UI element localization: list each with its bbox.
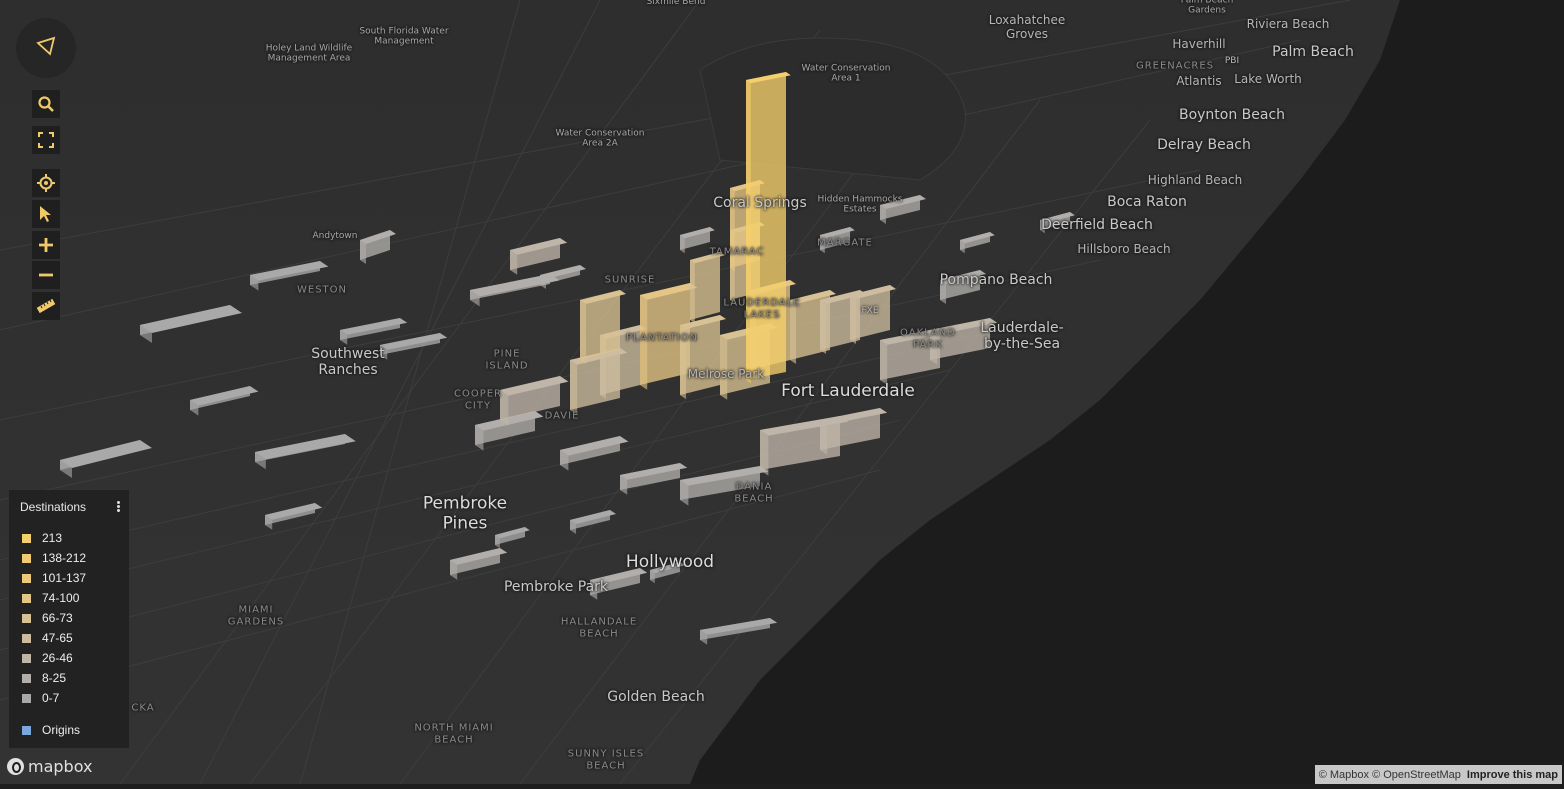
legend-swatch xyxy=(22,725,31,735)
more-vertical-icon[interactable] xyxy=(115,500,121,514)
search-icon xyxy=(37,95,55,113)
improve-map-link[interactable]: Improve this map xyxy=(1467,769,1558,781)
legend-swatch xyxy=(22,653,31,663)
pointer-icon xyxy=(39,205,53,223)
legend-title: Destinations xyxy=(20,500,87,514)
legend-panel: Destinations 213 138-212 101-137 74-100 66-7… xyxy=(9,490,129,748)
compass-button[interactable] xyxy=(16,18,76,78)
legend-item: 66-73 xyxy=(22,611,73,625)
fullscreen-button[interactable] xyxy=(32,126,60,154)
legend-swatch xyxy=(22,673,31,683)
map-surface[interactable] xyxy=(0,0,1564,785)
attribution-mapbox[interactable]: © Mapbox xyxy=(1319,769,1369,781)
legend-label: 47-65 xyxy=(42,631,73,645)
legend-item: 101-137 xyxy=(22,571,86,585)
legend-item: 74-100 xyxy=(22,591,79,605)
search-button[interactable] xyxy=(32,90,60,118)
legend-item: 8-25 xyxy=(22,671,66,685)
locate-button[interactable] xyxy=(32,169,60,197)
destination-prism xyxy=(746,72,791,384)
attribution-bar: © Mapbox © OpenStreetMap Improve this ma… xyxy=(1314,765,1562,784)
legend-item: 26-46 xyxy=(22,651,73,665)
legend-item: 213 xyxy=(22,531,62,545)
legend-swatch xyxy=(22,693,31,703)
ruler-icon xyxy=(36,296,56,316)
legend-label: 8-25 xyxy=(42,671,67,685)
legend-origins: Origins xyxy=(22,723,80,737)
legend-label: 26-46 xyxy=(42,651,73,665)
legend-item: 138-212 xyxy=(22,551,86,565)
legend-label: 138-212 xyxy=(42,551,87,565)
legend-label: 0-7 xyxy=(42,691,60,705)
legend-swatch xyxy=(22,553,31,563)
mapbox-logo-text: mapbox xyxy=(28,757,93,776)
legend-label: 74-100 xyxy=(42,591,80,605)
attribution-osm[interactable]: © OpenStreetMap xyxy=(1372,769,1461,781)
legend-swatch xyxy=(22,573,31,583)
compass-icon xyxy=(35,35,57,62)
locate-icon xyxy=(37,174,55,192)
legend-swatch xyxy=(22,593,31,603)
zoom-in-button[interactable] xyxy=(32,231,60,259)
minus-icon xyxy=(38,267,54,283)
mapbox-logo-icon xyxy=(7,758,24,775)
legend-label: 66-73 xyxy=(42,611,73,625)
legend-item: 0-7 xyxy=(22,691,59,705)
map-canvas[interactable]: Sixmile Bend Loxahatchee Groves Palm Beach… xyxy=(0,0,1564,785)
measure-button[interactable] xyxy=(32,292,60,320)
mapbox-logo[interactable]: mapbox xyxy=(7,757,92,776)
legend-swatch xyxy=(22,633,31,643)
plus-icon xyxy=(38,237,54,253)
zoom-out-button[interactable] xyxy=(32,261,60,289)
legend-label: 213 xyxy=(42,531,63,545)
legend-swatch xyxy=(22,613,31,623)
legend-label: 101-137 xyxy=(42,571,87,585)
legend-swatch xyxy=(22,533,31,543)
legend-label: Origins xyxy=(42,723,81,737)
fullscreen-icon xyxy=(38,132,54,148)
water-conservation-area-1 xyxy=(699,37,966,181)
select-button[interactable] xyxy=(32,200,60,228)
legend-item: 47-65 xyxy=(22,631,73,645)
